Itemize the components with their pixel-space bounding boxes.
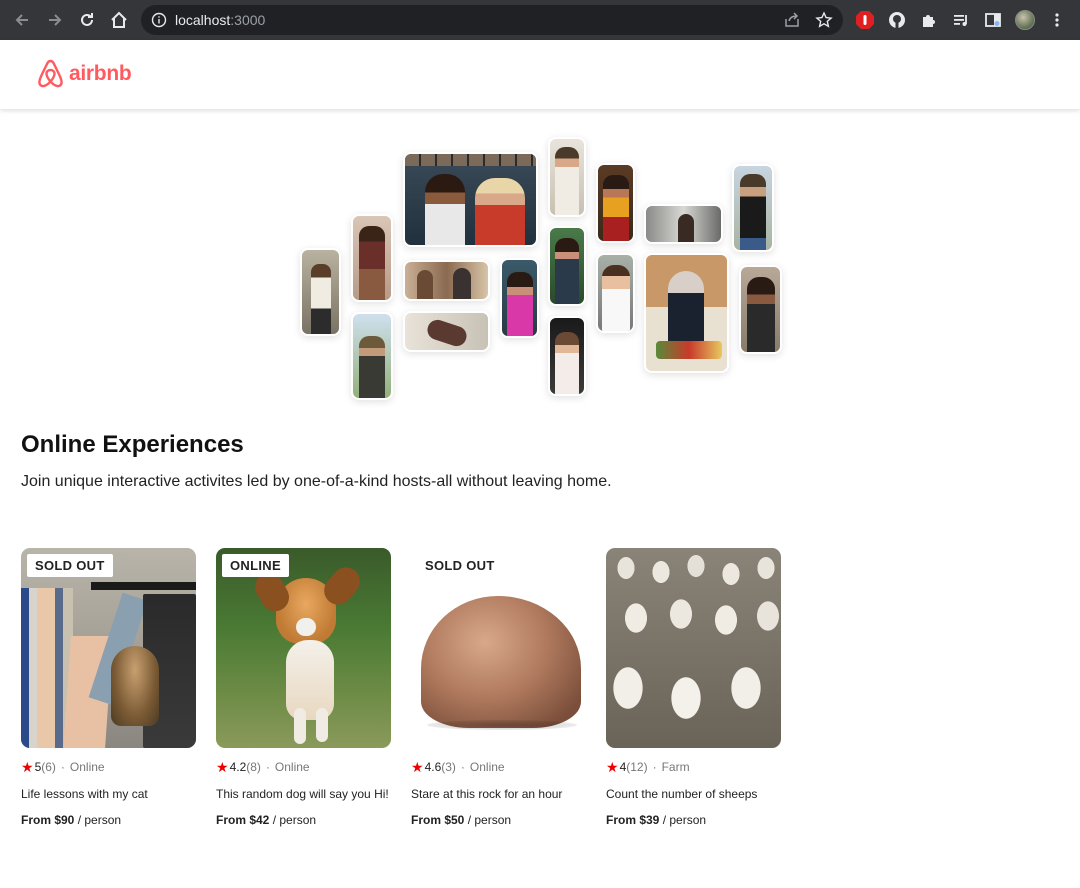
url-text: localhost:3000	[175, 12, 266, 28]
status-badge: ONLINE	[222, 554, 289, 577]
rating-value: 4.2	[229, 760, 247, 774]
hero-tile	[403, 152, 538, 247]
card-stats: ★ 4.6 (3) · Online	[411, 758, 586, 776]
hero-tile	[644, 253, 729, 373]
separator-dot: ·	[60, 760, 65, 774]
address-bar[interactable]: localhost:3000	[141, 5, 843, 35]
location: Farm	[661, 760, 690, 774]
rating-value: 4	[619, 760, 627, 774]
airbnb-logo[interactable]: airbnb	[37, 59, 132, 89]
separator-dot: ·	[652, 760, 657, 774]
review-count: (8)	[246, 760, 261, 774]
experience-image-sheep[interactable]	[606, 548, 781, 748]
status-badge: SOLD OUT	[417, 554, 503, 577]
page: airbnb Online Experiences Join unique in…	[0, 40, 1080, 888]
kebab-menu-icon[interactable]	[1045, 8, 1069, 32]
experience-price: From $50 / person	[411, 813, 512, 827]
profile-avatar[interactable]	[1013, 8, 1037, 32]
review-count: (6)	[41, 760, 56, 774]
experience-image-cat[interactable]	[21, 548, 196, 748]
hero-tile	[739, 265, 782, 354]
adblock-extension-icon[interactable]	[853, 8, 877, 32]
forward-icon[interactable]	[43, 8, 67, 32]
hero-tile	[548, 137, 586, 217]
hero-tile	[351, 214, 393, 302]
status-badge: SOLD OUT	[27, 554, 113, 577]
hero-tile	[596, 253, 635, 333]
experience-price: From $42 / person	[216, 813, 317, 827]
hero-tile	[644, 204, 723, 244]
hero-tile	[548, 226, 586, 306]
hero-tile	[351, 312, 393, 400]
star-icon: ★	[606, 759, 619, 775]
share-icon[interactable]	[783, 11, 801, 29]
github-extension-icon[interactable]	[885, 8, 909, 32]
star-icon: ★	[216, 759, 229, 775]
hero-tile	[596, 163, 635, 243]
star-icon: ★	[21, 759, 34, 775]
hero-tile	[732, 164, 774, 252]
hero-tile	[548, 316, 586, 396]
experience-card[interactable]: ONLINE ★ 4.2 (8) · Online This random do…	[216, 548, 391, 827]
hero-tile	[300, 248, 341, 336]
card-stats: ★ 4.2 (8) · Online	[216, 758, 391, 776]
experience-title[interactable]: Life lessons with my cat	[21, 787, 196, 801]
bookmark-star-icon[interactable]	[815, 11, 833, 29]
location: Online	[469, 760, 505, 774]
experience-image-dog[interactable]	[216, 548, 391, 748]
experience-card[interactable]: SOLD OUT ★ 5 (6) · Online Life lessons w…	[21, 548, 196, 827]
experience-title[interactable]: Stare at this rock for an hour	[411, 787, 586, 801]
page-title: Online Experiences	[21, 431, 244, 458]
rating-value: 5	[34, 760, 42, 774]
experience-card[interactable]: ★ 4 (12) · Farm Count the number of shee…	[606, 548, 781, 827]
back-icon[interactable]	[10, 8, 34, 32]
hero-tile	[403, 311, 490, 352]
card-stats: ★ 5 (6) · Online	[21, 758, 196, 776]
location: Online	[274, 760, 310, 774]
home-icon[interactable]	[107, 8, 131, 32]
hero-tile	[403, 260, 490, 301]
hero-tile	[500, 258, 539, 338]
reading-list-icon[interactable]	[949, 8, 973, 32]
review-count: (3)	[441, 760, 456, 774]
card-stats: ★ 4 (12) · Farm	[606, 758, 781, 776]
experience-title[interactable]: Count the number of sheeps	[606, 787, 781, 801]
star-icon: ★	[411, 759, 424, 775]
rating-value: 4.6	[424, 760, 442, 774]
side-panel-icon[interactable]	[981, 8, 1005, 32]
extensions-puzzle-icon[interactable]	[917, 8, 941, 32]
separator-dot: ·	[265, 760, 270, 774]
experience-card[interactable]: SOLD OUT ★ 4.6 (3) · Online Stare at thi…	[411, 548, 586, 827]
experience-price: From $39 / person	[606, 813, 707, 827]
top-navbar: airbnb	[0, 40, 1080, 109]
experience-price: From $90 / person	[21, 813, 122, 827]
experience-image-rock[interactable]	[411, 548, 586, 748]
reload-icon[interactable]	[75, 8, 99, 32]
review-count: (12)	[626, 760, 648, 774]
site-info-icon[interactable]	[151, 12, 167, 28]
logo-wordmark: airbnb	[69, 62, 132, 85]
page-subtitle: Join unique interactive activites led by…	[21, 473, 612, 490]
location: Online	[69, 760, 105, 774]
separator-dot: ·	[460, 760, 465, 774]
browser-toolbar: localhost:3000	[0, 0, 1080, 40]
experience-title[interactable]: This random dog will say you Hi!	[216, 787, 391, 801]
airbnb-belo-icon	[38, 59, 63, 88]
